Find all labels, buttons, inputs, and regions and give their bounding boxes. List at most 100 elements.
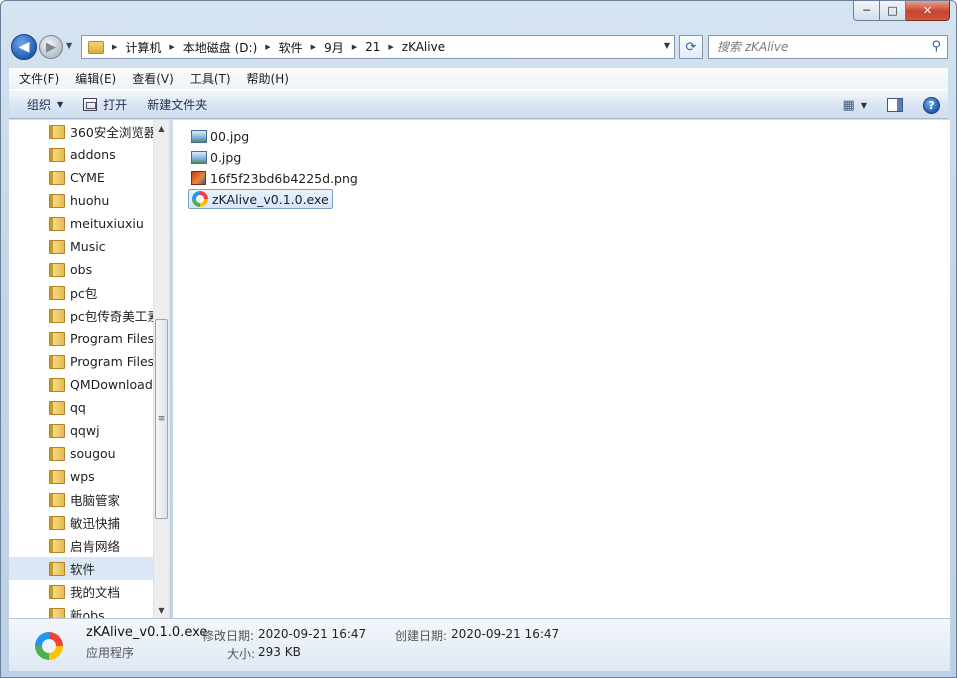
details-pane: zKAlive_v0.1.0.exe 应用程序 修改日期: 2020-09-21… [9,618,950,671]
grip-icon: ≡ [157,413,166,424]
preview-pane-icon[interactable] [887,98,903,112]
chevron-right-icon[interactable]: ▶ [352,43,357,51]
tree-item[interactable]: Program Files [9,327,154,350]
scroll-up-arrow-icon[interactable]: ▲ [154,120,169,136]
scrollbar-thumb[interactable]: ≡ [155,319,168,519]
breadcrumb-computer[interactable]: 计算机 [125,39,161,56]
help-icon[interactable]: ? [923,96,940,114]
open-label: 打开 [103,97,128,112]
tree-item-label: 我的文档 [70,585,121,600]
search-icon[interactable]: ⚲ [931,39,941,54]
chevron-right-icon[interactable]: ▶ [112,43,117,51]
search-input[interactable] [717,37,927,57]
tree-item[interactable]: CYME [9,166,154,189]
tree-item-label: pc包传奇美工素 [70,309,154,324]
nav-scrollbar[interactable]: ▲ ≡ ▼ [153,120,169,618]
breadcrumb-software[interactable]: 软件 [279,39,303,56]
tree-item[interactable]: huohu [9,189,154,212]
caption-buttons: ─ □ ✕ [853,1,950,21]
chevron-down-icon[interactable]: ▼ [664,41,670,50]
size-value: 293 KB [258,645,301,659]
app-icon [192,191,208,207]
minimize-button[interactable]: ─ [853,1,880,21]
menu-file[interactable]: 文件(F) [11,70,67,87]
folder-icon [49,377,65,392]
tree-item[interactable]: 电脑管家 [9,488,154,511]
tree-item[interactable]: pc包传奇美工素 [9,304,154,327]
file-name: 00.jpg [210,128,250,144]
folder-icon [49,124,65,139]
new-folder-button[interactable]: 新建文件夹 [137,89,217,119]
file-item[interactable]: 0.jpg [188,147,244,167]
arrow-left-icon: ◀ [18,39,30,55]
back-button[interactable]: ◀ [11,34,37,60]
tree-item[interactable]: qq [9,396,154,419]
breadcrumb-september[interactable]: 9月 [324,39,344,56]
folder-icon [49,285,65,300]
file-item[interactable]: 00.jpg [188,126,252,146]
size-label: 大小: [227,647,256,661]
tree-item-label: 360安全浏览器 [70,125,154,140]
app-icon [35,632,63,660]
organize-label: 组织 [27,97,52,112]
chevron-right-icon[interactable]: ▶ [311,43,316,51]
forward-button[interactable]: ▶ [39,35,63,59]
tree-item[interactable]: sougou [9,442,154,465]
tree-item-label: qq [70,400,86,415]
tree-item[interactable]: 敏迅快捕 [9,511,154,534]
close-button[interactable]: ✕ [906,1,950,21]
folder-icon [49,216,65,231]
chevron-right-icon[interactable]: ▶ [265,43,270,51]
menu-tools[interactable]: 工具(T) [182,70,239,87]
tree-item[interactable]: addons [9,143,154,166]
maximize-button[interactable]: □ [880,1,906,21]
tree-item[interactable]: 我的文档 [9,580,154,603]
tree-item[interactable]: 软件 [9,557,154,580]
breadcrumb-21[interactable]: 21 [365,40,380,54]
address-bar[interactable]: ▶ 计算机 ▶ 本地磁盘 (D:) ▶ 软件 ▶ 9月 ▶ 21 ▶ zKAli… [81,35,675,59]
chevron-right-icon[interactable]: ▶ [388,43,393,51]
tree-item[interactable]: 启肯网络 [9,534,154,557]
tree-item-label: QMDownload [70,377,153,392]
tree-item-label: pc包 [70,286,98,301]
chevron-down-icon: ▼ [57,99,64,109]
tree-item[interactable]: QMDownload [9,373,154,396]
tree-item[interactable]: Music [9,235,154,258]
menu-view[interactable]: 查看(V) [124,70,182,87]
folder-icon [49,193,65,208]
file-item[interactable]: zKAlive_v0.1.0.exe [188,189,333,209]
tree-item[interactable]: meituxiuxiu [9,212,154,235]
tree-item[interactable]: wps [9,465,154,488]
scroll-down-arrow-icon[interactable]: ▼ [154,602,169,618]
file-item[interactable]: 16f5f23bd6b4225d.png [188,168,361,188]
tree-item[interactable]: Program Files [9,350,154,373]
tree-item[interactable]: pc包 [9,281,154,304]
chevron-down-icon[interactable]: ▼ [861,101,867,110]
chevron-right-icon[interactable]: ▶ [169,43,174,51]
folder-icon [49,492,65,507]
navigation-pane: 360安全浏览器 addons CYME huohu meituxiuxiu Music o… [9,120,170,618]
folder-icon [49,239,65,254]
tree-item-label: huohu [70,193,110,208]
tree-item-label: Program Files [70,354,154,369]
tree-item[interactable]: 360安全浏览器 [9,120,154,143]
tree-item[interactable]: 新obs [9,603,154,618]
open-button[interactable]: 打开 [73,89,137,119]
tree-item-label: 软件 [70,562,96,577]
command-toolbar: 组织 ▼ 打开 新建文件夹 ▦ ▼ ? [9,89,948,119]
breadcrumb-zkalive[interactable]: zKAlive [402,40,445,54]
folder-tree: 360安全浏览器 addons CYME huohu meituxiuxiu Music o… [9,120,154,618]
tree-item-label: sougou [70,446,116,461]
refresh-button[interactable]: ⟳ [679,35,703,59]
menu-edit[interactable]: 编辑(E) [67,70,124,87]
folder-icon [49,515,65,530]
recent-pages-dropdown[interactable]: ▼ [66,41,72,50]
tree-item[interactable]: obs [9,258,154,281]
search-box[interactable]: ⚲ [708,35,948,59]
created-value: 2020-09-21 16:47 [451,627,560,641]
menu-help[interactable]: 帮助(H) [239,70,297,87]
breadcrumb-local-disk[interactable]: 本地磁盘 (D:) [183,39,257,56]
tree-item[interactable]: qqwj [9,419,154,442]
organize-button[interactable]: 组织 ▼ [9,89,73,119]
views-icon[interactable]: ▦ [843,98,855,113]
